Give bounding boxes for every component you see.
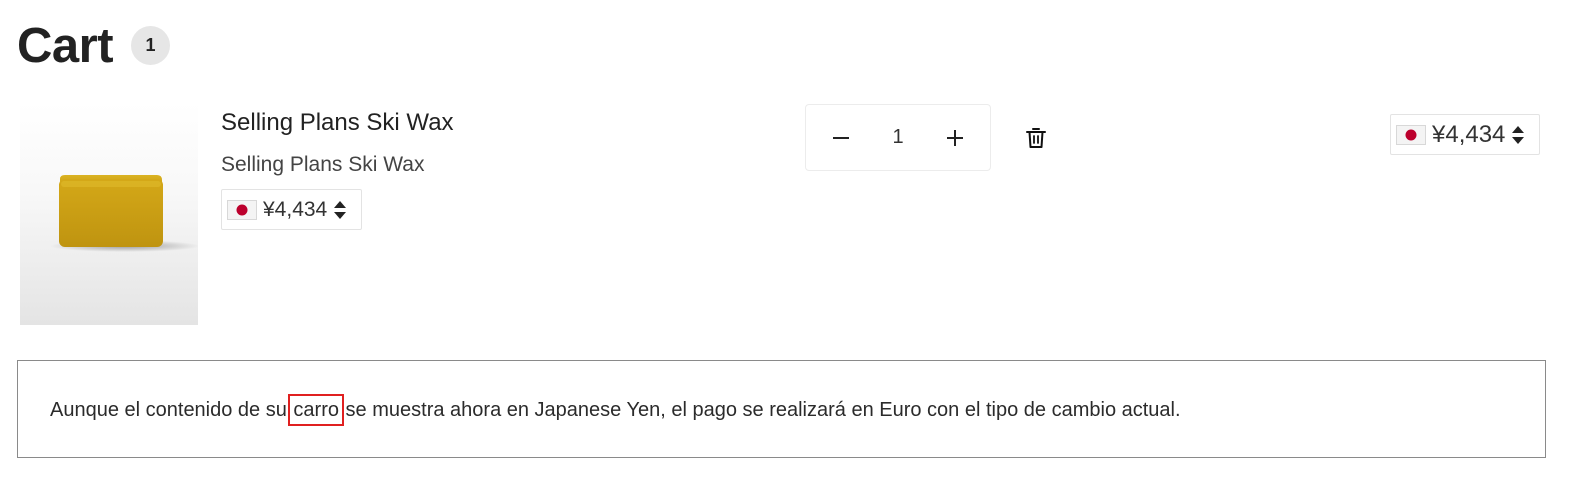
plus-icon (947, 129, 963, 146)
currency-notice-text: Aunque el contenido de su carro se muest… (50, 394, 1181, 426)
japan-flag-icon (227, 199, 257, 220)
page-title: Cart (17, 19, 114, 73)
sort-arrows-icon (333, 200, 347, 220)
ski-wax-image (50, 175, 198, 252)
remove-item-button[interactable] (1022, 124, 1050, 152)
product-variant: Selling Plans Ski Wax (221, 153, 425, 176)
notice-text-after: se muestra ahora en Japanese Yen, el pag… (340, 399, 1181, 421)
product-image[interactable] (20, 103, 198, 325)
notice-text-before: Aunque el contenido de su (50, 399, 293, 421)
decrease-quantity-button[interactable] (826, 123, 856, 153)
quantity-stepper: 1 (805, 104, 991, 171)
line-total-price: ¥4,434 (1432, 120, 1506, 148)
unit-price: ¥4,434 (263, 197, 328, 221)
cart-count-badge: 1 (131, 26, 170, 65)
increase-quantity-button[interactable] (940, 123, 970, 153)
japan-flag-icon (1396, 124, 1426, 145)
cart-page: Cart 1 Selling Plans Ski Wax Selling Pla… (0, 0, 1581, 495)
minus-icon (833, 136, 849, 139)
sort-arrows-icon (1511, 125, 1525, 145)
trash-icon (1026, 128, 1046, 148)
quantity-value[interactable]: 1 (878, 126, 918, 149)
product-title[interactable]: Selling Plans Ski Wax (221, 108, 454, 138)
currency-notice: Aunque el contenido de su carro se muest… (17, 360, 1546, 458)
unit-price-currency-select[interactable]: ¥4,434 (221, 189, 362, 230)
highlighted-word: carro (288, 394, 344, 426)
line-total-currency-select[interactable]: ¥4,434 (1390, 114, 1540, 155)
